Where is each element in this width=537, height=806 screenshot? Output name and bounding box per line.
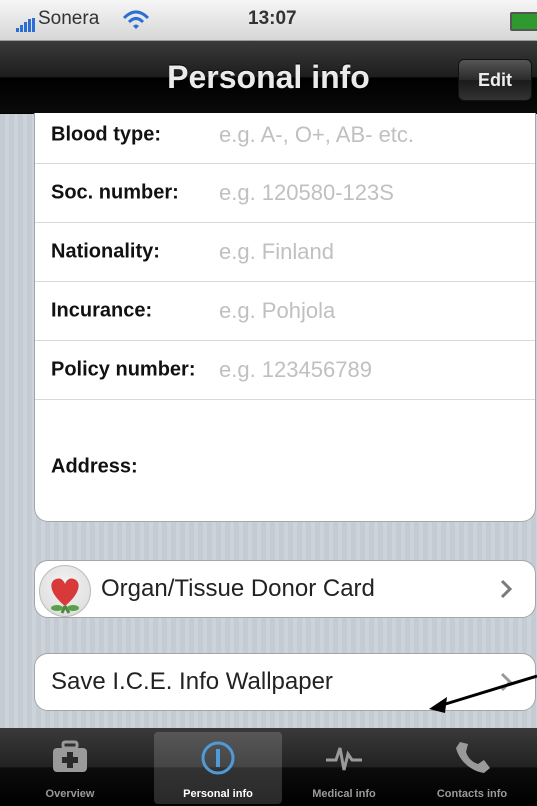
field-label: Policy number: bbox=[51, 358, 196, 381]
address-row[interactable]: Address: bbox=[35, 400, 535, 521]
field-label: Nationality: bbox=[51, 240, 160, 263]
nationality-field[interactable]: e.g. Finland bbox=[219, 239, 334, 265]
clock: 13:07 bbox=[248, 8, 297, 29]
personal-info-form: Blood type: e.g. A-, O+, AB- etc. Soc. n… bbox=[34, 113, 536, 522]
blood-type-row[interactable]: Blood type: e.g. A-, O+, AB- etc. bbox=[35, 113, 535, 164]
soc-number-row[interactable]: Soc. number: e.g. 120580-123S bbox=[35, 164, 535, 223]
field-label: Incurance: bbox=[51, 299, 153, 322]
blood-type-field[interactable]: e.g. A-, O+, AB- etc. bbox=[219, 122, 414, 148]
nationality-row[interactable]: Nationality: e.g. Finland bbox=[35, 223, 535, 282]
wallpaper-label: Save I.C.E. Info Wallpaper bbox=[51, 668, 333, 695]
edit-button[interactable]: Edit bbox=[458, 59, 532, 101]
tab-label: Contacts info bbox=[436, 788, 508, 800]
battery-charging-icon bbox=[510, 12, 537, 31]
tab-medical-info[interactable]: Medical info bbox=[280, 732, 408, 804]
heartbeat-icon bbox=[326, 747, 362, 771]
wifi-icon bbox=[122, 10, 150, 29]
tab-contacts-info[interactable]: Contacts info bbox=[408, 732, 536, 804]
heart-rose-icon bbox=[39, 565, 91, 617]
signal-strength-icon bbox=[16, 18, 36, 32]
field-label: Address: bbox=[51, 455, 138, 478]
page-title: Personal info bbox=[167, 59, 370, 95]
insurance-row[interactable]: Incurance: e.g. Pohjola bbox=[35, 282, 535, 341]
first-aid-kit-icon bbox=[53, 740, 87, 772]
tab-label: Overview bbox=[45, 788, 95, 800]
phone-icon bbox=[456, 742, 490, 773]
tab-personal-info[interactable]: Personal info bbox=[154, 732, 282, 804]
soc-number-field[interactable]: e.g. 120580-123S bbox=[219, 180, 394, 206]
chevron-right-icon bbox=[500, 579, 513, 599]
carrier-name: Sonera bbox=[38, 8, 100, 29]
policy-number-field[interactable]: e.g. 123456789 bbox=[219, 357, 372, 383]
field-label: Blood type: bbox=[51, 123, 161, 146]
status-bar: Sonera 13:07 bbox=[0, 0, 537, 41]
insurance-field[interactable]: e.g. Pohjola bbox=[219, 298, 335, 324]
info-icon bbox=[201, 741, 235, 775]
organ-donor-card-cell[interactable]: Organ/Tissue Donor Card bbox=[34, 560, 536, 618]
tab-label: Medical info bbox=[312, 788, 376, 800]
donor-card-label: Organ/Tissue Donor Card bbox=[101, 575, 375, 602]
policy-number-row[interactable]: Policy number: e.g. 123456789 bbox=[35, 341, 535, 400]
tab-label: Personal info bbox=[183, 788, 253, 800]
field-label: Soc. number: bbox=[51, 181, 179, 204]
navigation-bar: Personal info Edit bbox=[0, 41, 537, 114]
tab-overview[interactable]: Overview bbox=[6, 732, 134, 804]
annotation-arrow bbox=[429, 674, 537, 713]
tab-bar: Overview Personal info Medical info Cont… bbox=[0, 728, 537, 806]
